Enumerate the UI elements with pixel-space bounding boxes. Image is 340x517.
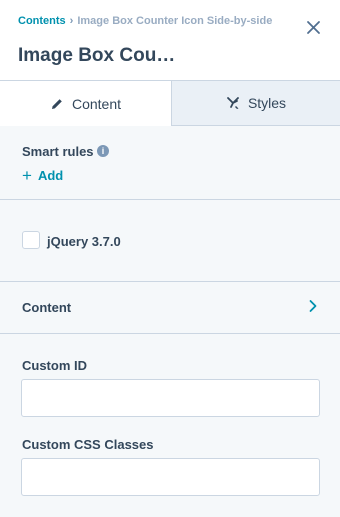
breadcrumb-current: Image Box Counter Icon Side-by-side — [77, 15, 273, 27]
jquery-checkbox[interactable] — [22, 231, 40, 249]
plus-icon: + — [22, 165, 32, 185]
smart-rules-label: Smart rules — [22, 144, 94, 159]
breadcrumb: Contents › Image Box Counter Icon Side-by-… — [18, 15, 272, 27]
brush-icon — [227, 97, 239, 109]
custom-id-input[interactable] — [21, 379, 320, 417]
panel-header: Contents › Image Box Counter Icon Side-by-… — [0, 0, 340, 80]
tab-content-label: Content — [71, 95, 122, 112]
breadcrumb-separator: › — [69, 15, 74, 27]
content-section-label: Content — [22, 300, 72, 315]
info-icon[interactable]: i — [97, 145, 109, 157]
add-smart-rule-button[interactable]: + Add — [22, 165, 64, 185]
custom-id-label: Custom ID — [22, 358, 87, 373]
module-editor-panel: Contents › Image Box Counter Icon Side-by-… — [0, 0, 340, 517]
tab-bar: Content Styles — [0, 80, 340, 126]
add-label: Add — [37, 168, 64, 183]
breadcrumb-contents-link[interactable]: Contents — [18, 15, 66, 27]
jquery-label: jQuery 3.7.0 — [47, 234, 121, 249]
tab-styles[interactable]: Styles — [172, 80, 340, 126]
tab-styles-label: Styles — [247, 95, 287, 111]
custom-css-classes-label: Custom CSS Classes — [22, 437, 154, 452]
content-section-row[interactable]: Content — [0, 282, 340, 333]
attributes-section: Custom ID Custom CSS Classes — [0, 334, 340, 517]
chevron-right-icon[interactable] — [308, 299, 318, 313]
close-icon[interactable] — [305, 19, 322, 36]
smart-rules-section: Smart rules i + Add — [0, 126, 340, 199]
pencil-icon — [51, 98, 62, 109]
custom-css-classes-input[interactable] — [21, 458, 320, 496]
tab-content[interactable]: Content — [0, 80, 172, 126]
page-title: Image Box Cou… — [18, 45, 176, 66]
dependencies-section: jQuery 3.7.0 — [0, 200, 340, 281]
